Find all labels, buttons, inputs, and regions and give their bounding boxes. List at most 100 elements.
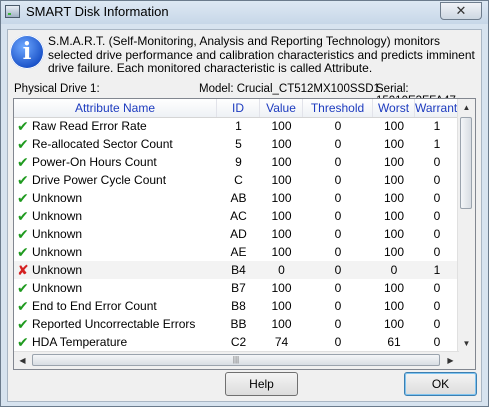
- info-icon: i: [10, 35, 44, 69]
- horizontal-scroll-thumb[interactable]: |||: [32, 354, 440, 366]
- cell-warranty: 0: [433, 299, 441, 313]
- cell-worst: 100: [383, 299, 405, 313]
- cell-threshold: 0: [334, 281, 342, 295]
- cell-worst: 100: [383, 155, 405, 169]
- table-row[interactable]: ✔ End to End Error Count B8 100 0 100 0: [14, 297, 459, 315]
- scrollbar-corner: [458, 352, 475, 369]
- drive-info: Physical Drive 1: Model: Crucial_CT512MX…: [14, 83, 482, 107]
- cell-threshold: 0: [334, 137, 342, 151]
- column-header-attribute-name[interactable]: Attribute Name: [14, 99, 217, 117]
- cell-id: AE: [230, 245, 247, 259]
- help-button[interactable]: Help: [225, 372, 298, 396]
- cell-warranty: 0: [433, 209, 441, 223]
- cell-id: AD: [230, 227, 247, 241]
- table-row[interactable]: ✔ Unknown AB 100 0 100 0: [14, 189, 459, 207]
- drive-model: Model: Crucial_CT512MX100SSD1: [199, 83, 380, 95]
- scroll-up-arrow-icon[interactable]: ▲: [458, 99, 475, 116]
- cell-name: HDA Temperature: [32, 335, 128, 349]
- scroll-left-arrow-icon[interactable]: ◀: [14, 352, 31, 369]
- cell-name: Power-On Hours Count: [32, 155, 157, 169]
- column-header-warranty[interactable]: Warranty: [415, 99, 463, 117]
- horizontal-scrollbar[interactable]: ◀ ||| ▶: [14, 351, 459, 369]
- cell-id: AC: [230, 209, 247, 223]
- cell-name: Unknown: [32, 281, 83, 295]
- table-row[interactable]: ✔ Power-On Hours Count 9 100 0 100 0: [14, 153, 459, 171]
- cell-id: B4: [231, 263, 246, 277]
- cell-worst: 100: [383, 209, 405, 223]
- table-row[interactable]: ✔ Unknown AD 100 0 100 0: [14, 225, 459, 243]
- cell-threshold: 0: [334, 317, 342, 331]
- vertical-scroll-thumb[interactable]: [460, 117, 472, 209]
- table-row[interactable]: ✔ Unknown B7 100 0 100 0: [14, 279, 459, 297]
- cell-name: End to End Error Count: [32, 299, 157, 313]
- title-bar: SMART Disk Information ✕: [1, 1, 488, 24]
- column-header-value[interactable]: Value: [260, 99, 303, 117]
- cell-threshold: 0: [334, 119, 342, 133]
- table-row[interactable]: ✔ Re-allocated Sector Count 5 100 0 100 1: [14, 135, 459, 153]
- smart-attribute-list[interactable]: Attribute Name ID Value Threshold Worst …: [13, 98, 476, 370]
- table-row[interactable]: ✔ Drive Power Cycle Count C 100 0 100 0: [14, 171, 459, 189]
- scroll-down-arrow-icon[interactable]: ▼: [458, 335, 475, 352]
- table-row[interactable]: ✔ HDA Temperature C2 74 0 61 0: [14, 333, 459, 351]
- cell-threshold: 0: [334, 227, 342, 241]
- vertical-scrollbar[interactable]: ▲ ▼: [457, 99, 475, 352]
- cell-warranty: 0: [433, 191, 441, 205]
- cell-threshold: 0: [334, 299, 342, 313]
- ok-button[interactable]: OK: [404, 372, 477, 396]
- cell-worst: 61: [387, 335, 401, 349]
- cell-worst: 100: [383, 191, 405, 205]
- table-row[interactable]: ✔ Unknown AE 100 0 100 0: [14, 243, 459, 261]
- cell-warranty: 0: [433, 245, 441, 259]
- cell-threshold: 0: [334, 191, 342, 205]
- cell-id: B7: [231, 281, 246, 295]
- smart-dialog: SMART Disk Information ✕ i S.M.A.R.T. (S…: [0, 0, 489, 407]
- cell-id: BB: [230, 317, 247, 331]
- cell-worst: 100: [383, 173, 405, 187]
- cell-worst: 100: [383, 227, 405, 241]
- column-header-id[interactable]: ID: [217, 99, 260, 117]
- cell-id: 1: [235, 119, 242, 133]
- cell-worst: 100: [383, 119, 405, 133]
- cell-warranty: 1: [433, 263, 441, 277]
- cell-threshold: 0: [334, 209, 342, 223]
- list-header: Attribute Name ID Value Threshold Worst …: [14, 99, 463, 118]
- cell-warranty: 0: [433, 155, 441, 169]
- cell-warranty: 0: [433, 317, 441, 331]
- table-row[interactable]: ✘ Unknown B4 0 0 0 1: [14, 261, 459, 279]
- cell-name: Unknown: [32, 263, 83, 277]
- cell-threshold: 0: [334, 335, 342, 349]
- cell-value: 100: [271, 119, 292, 133]
- cell-warranty: 1: [433, 137, 441, 151]
- cell-value: 100: [271, 245, 292, 259]
- cell-threshold: 0: [334, 155, 342, 169]
- cell-name: Unknown: [32, 227, 83, 241]
- table-row[interactable]: ✔ Reported Uncorrectable Errors BB 100 0 100 0: [14, 315, 459, 333]
- cell-worst: 0: [390, 263, 398, 277]
- cell-value: 100: [271, 227, 292, 241]
- cell-value: 100: [271, 137, 292, 151]
- cell-name: Drive Power Cycle Count: [32, 173, 167, 187]
- cell-value: 100: [271, 191, 292, 205]
- table-row[interactable]: ✔ Unknown AC 100 0 100 0: [14, 207, 459, 225]
- scroll-right-arrow-icon[interactable]: ▶: [442, 352, 459, 369]
- cell-name: Raw Read Error Rate: [32, 119, 147, 133]
- cell-value: 100: [271, 173, 292, 187]
- smart-description: S.M.A.R.T. (Self-Monitoring, Analysis an…: [48, 34, 475, 75]
- cell-id: C2: [230, 335, 247, 349]
- cell-worst: 100: [383, 317, 405, 331]
- cell-warranty: 0: [433, 173, 441, 187]
- cell-warranty: 1: [433, 119, 441, 133]
- cell-value: 100: [271, 317, 292, 331]
- cell-warranty: 0: [433, 281, 441, 295]
- cell-worst: 100: [383, 281, 405, 295]
- table-row[interactable]: ✔ Raw Read Error Rate 1 100 0 100 1: [14, 117, 459, 135]
- column-header-threshold[interactable]: Threshold: [303, 99, 373, 117]
- column-header-worst[interactable]: Worst: [373, 99, 415, 117]
- cell-id: 9: [235, 155, 242, 169]
- dialog-body: i S.M.A.R.T. (Self-Monitoring, Analysis …: [7, 29, 482, 402]
- cell-value: 74: [274, 335, 289, 349]
- close-button[interactable]: ✕: [440, 2, 482, 20]
- cell-value: 100: [271, 155, 292, 169]
- cell-name: Unknown: [32, 245, 83, 259]
- cell-name: Unknown: [32, 191, 83, 205]
